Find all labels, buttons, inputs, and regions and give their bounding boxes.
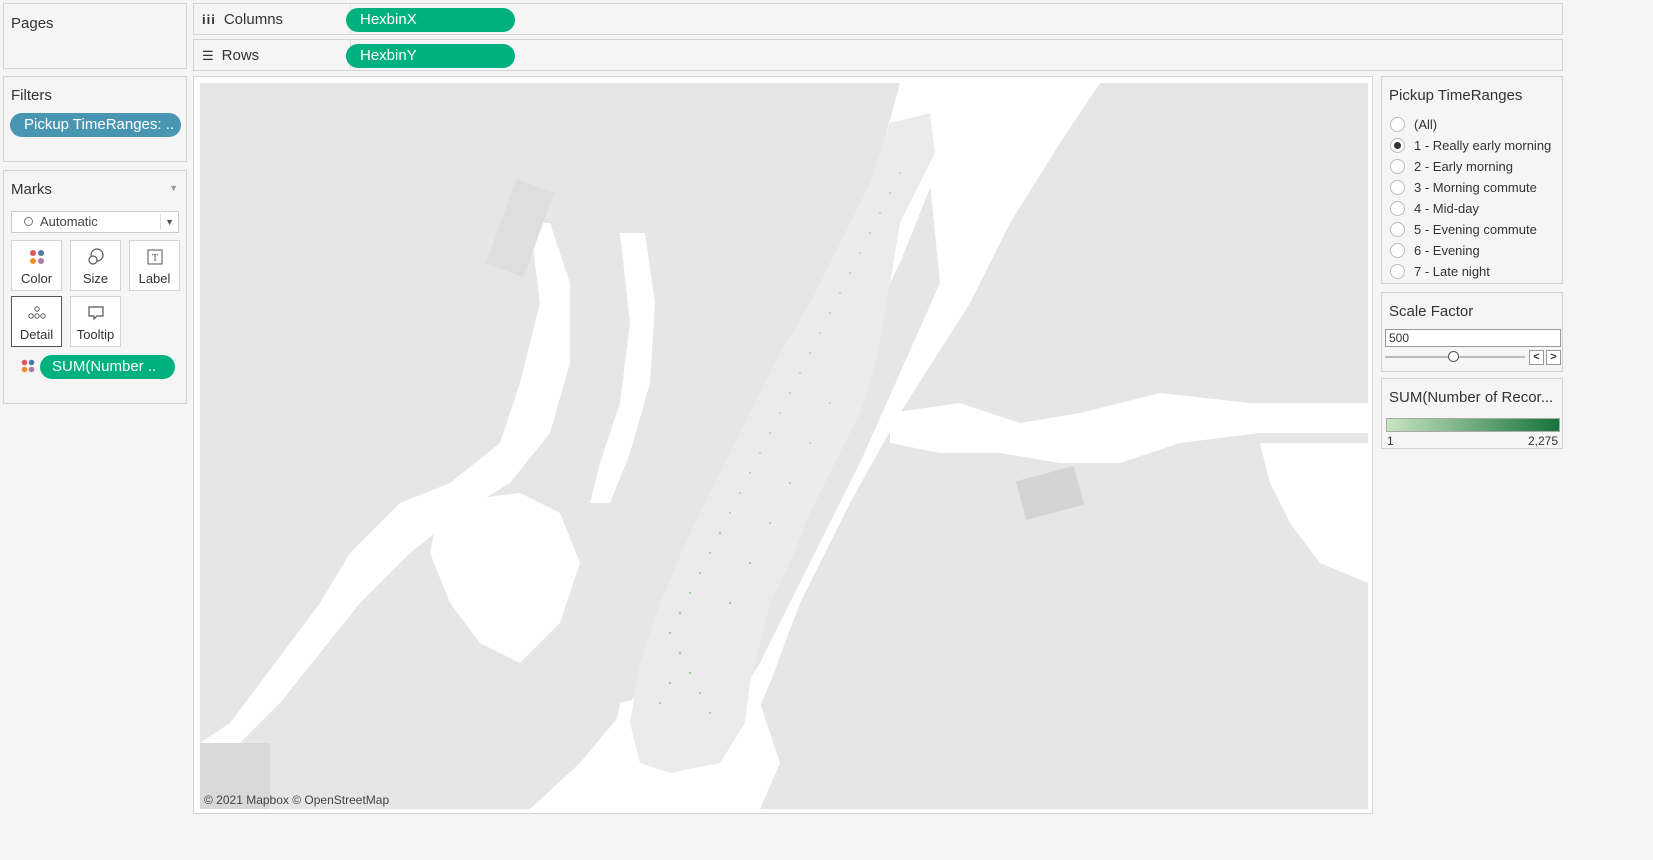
hexbiny-pill[interactable]: HexbinY [346,44,515,68]
detail-dots-icon [12,303,61,323]
time-range-filter-card[interactable]: Pickup TimeRanges (All) 1 - Really early… [1381,76,1563,284]
radio-button-selected[interactable] [1390,138,1405,153]
size-circles-icon [71,247,120,267]
slider-handle[interactable] [1448,351,1459,362]
field-color-icon [21,359,35,378]
color-legend-gradient [1386,418,1560,432]
tooltip-card-label: Tooltip [76,327,115,342]
mark-type-dropdown[interactable]: Automatic ▼ [11,211,179,233]
radio-option-2[interactable]: 2 - Early morning [1390,159,1513,174]
mark-type-value: Automatic [40,214,98,229]
map-canvas[interactable] [200,83,1368,809]
marks-panel[interactable]: Marks ▼ Automatic ▼ Color Size T Label D… [3,170,187,404]
label-t-icon: T [130,247,179,267]
color-legend-title: SUM(Number of Recor... [1389,389,1554,406]
detail-card-label: Detail [19,327,54,342]
svg-text:T: T [151,253,157,264]
rows-shelf-label: ☰ Rows [202,47,260,64]
label-card[interactable]: T Label [129,240,180,291]
columns-shelf-label: iii Columns [202,11,284,28]
columns-shelf[interactable]: iii Columns HexbinX [193,3,1563,35]
time-range-filter-title: Pickup TimeRanges [1389,87,1523,104]
label-card-label: Label [138,271,171,286]
scale-factor-card[interactable]: Scale Factor 500 < > [1381,292,1563,372]
columns-icon: iii [202,12,216,27]
radio-button[interactable] [1390,264,1405,279]
hexbinx-pill[interactable]: HexbinX [346,8,515,32]
legend-max-label: 2,275 [1527,434,1558,448]
rows-shelf[interactable]: ☰ Rows HexbinY [193,39,1563,71]
tooltip-bubble-icon [71,303,120,323]
color-legend-card[interactable]: SUM(Number of Recor... 1 2,275 [1381,378,1563,449]
radio-option-6[interactable]: 6 - Evening [1390,243,1480,258]
radio-button[interactable] [1390,243,1405,258]
radio-button[interactable] [1390,180,1405,195]
sum-number-of-records-pill[interactable]: SUM(Number .. [40,355,175,379]
pages-panel[interactable]: Pages [3,3,187,69]
scale-factor-input[interactable]: 500 [1385,329,1561,347]
chevron-left-icon[interactable]: < [1529,350,1544,365]
radio-option-4[interactable]: 4 - Mid-day [1390,201,1479,216]
chevron-right-icon[interactable]: > [1546,350,1561,365]
map-view[interactable]: © 2021 Mapbox © OpenStreetMap [193,76,1373,814]
detail-card[interactable]: Detail [11,296,62,347]
chevron-down-icon: ▼ [165,217,174,227]
pages-title: Pages [11,15,54,32]
filters-title: Filters [11,87,52,104]
radio-option-1[interactable]: 1 - Really early morning [1390,138,1551,153]
radio-button[interactable] [1390,117,1405,132]
color-dots-icon [12,247,61,267]
scale-factor-title: Scale Factor [1389,303,1474,320]
legend-min-label: 1 [1387,434,1394,448]
size-card[interactable]: Size [70,240,121,291]
radio-option-5[interactable]: 5 - Evening commute [1390,222,1537,237]
radio-button[interactable] [1390,222,1405,237]
marks-title: Marks [11,181,52,198]
radio-option-3[interactable]: 3 - Morning commute [1390,180,1537,195]
radio-button[interactable] [1390,201,1405,216]
radio-option-7[interactable]: 7 - Late night [1390,264,1490,279]
circle-icon [24,217,33,226]
marks-menu-icon[interactable]: ▼ [169,183,178,193]
color-card-label: Color [20,271,53,286]
radio-option-all[interactable]: (All) [1390,117,1437,132]
rows-icon: ☰ [202,47,214,63]
dropdown-divider [160,214,161,230]
color-card[interactable]: Color [11,240,62,291]
size-card-label: Size [82,271,109,286]
map-attribution: © 2021 Mapbox © OpenStreetMap [204,793,390,807]
filters-panel[interactable]: Filters Pickup TimeRanges: .. [3,76,187,162]
tooltip-card[interactable]: Tooltip [70,296,121,347]
radio-button[interactable] [1390,159,1405,174]
pickup-timeranges-filter-pill[interactable]: Pickup TimeRanges: .. [10,113,181,137]
